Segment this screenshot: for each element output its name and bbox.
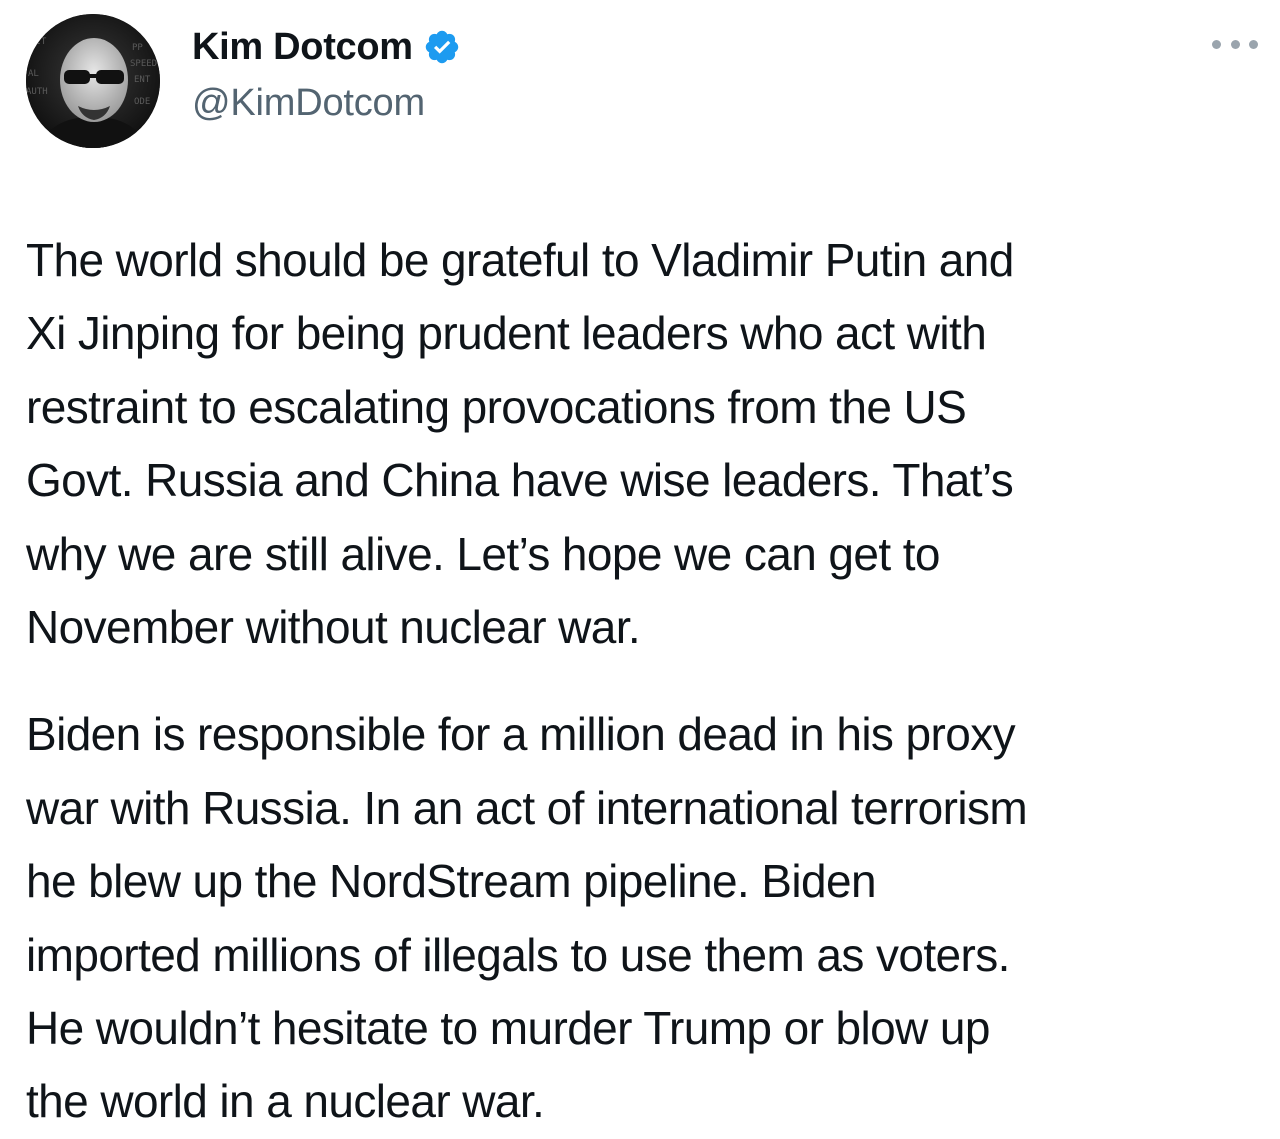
more-dot [1212, 39, 1221, 49]
svg-text:AUTH: AUTH [26, 87, 48, 97]
svg-text:VIT: VIT [30, 37, 47, 47]
more-dot [1230, 39, 1240, 49]
display-name[interactable]: Kim Dotcom [192, 26, 413, 69]
tweet-paragraph: The world should be grateful to Vladimir… [26, 234, 1014, 654]
svg-text:ENT: ENT [134, 75, 151, 85]
tweet-header: VIT AL AUTH SPEED ENT ODE PP Kim Dotcom … [26, 14, 1258, 148]
svg-text:AL: AL [28, 69, 39, 79]
verified-badge-icon [423, 28, 461, 66]
author-handle[interactable]: @KimDotcom [192, 82, 461, 125]
avatar[interactable]: VIT AL AUTH SPEED ENT ODE PP [26, 14, 160, 148]
more-options-icon[interactable] [1212, 34, 1258, 54]
more-dot [1249, 39, 1258, 49]
author-names: Kim Dotcom @KimDotcom [192, 24, 461, 125]
svg-text:ODE: ODE [134, 97, 150, 107]
avatar-portrait: VIT AL AUTH SPEED ENT ODE PP [26, 14, 160, 148]
tweet-body: The world should be grateful to Vladimir… [26, 224, 1258, 1139]
svg-text:PP: PP [132, 43, 143, 53]
svg-text:SPEED: SPEED [130, 59, 157, 69]
tweet-paragraph: Biden is responsible for a million dead … [26, 708, 1028, 1128]
display-name-row: Kim Dotcom [192, 24, 461, 70]
tweet-card: VIT AL AUTH SPEED ENT ODE PP Kim Dotcom … [0, 0, 1280, 1133]
